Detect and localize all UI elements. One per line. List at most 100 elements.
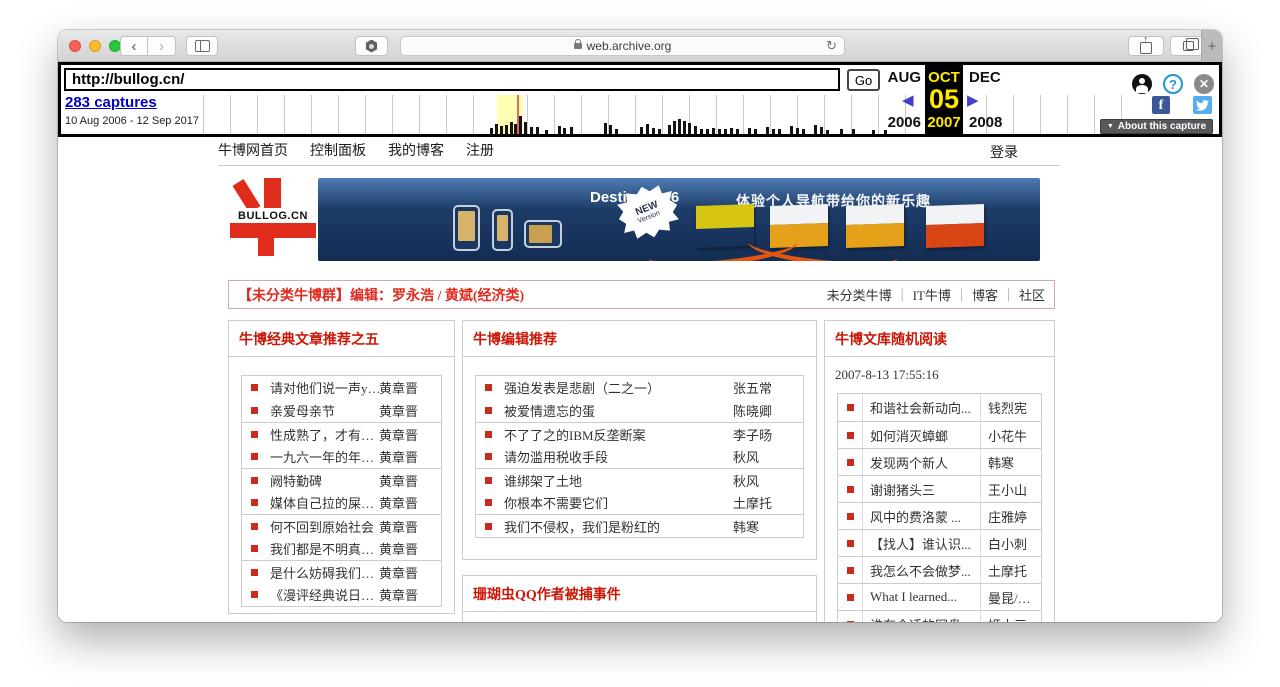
sparkline-bar (524, 122, 527, 134)
year-prev[interactable]: 2006 (859, 114, 921, 131)
article-author[interactable]: 黄章晋 (379, 517, 441, 536)
article-title[interactable]: 如何消灭蟑螂 (863, 422, 981, 448)
article-title[interactable]: 强迫发表是悲剧（二之一） (504, 378, 733, 397)
extension-button[interactable] (355, 36, 388, 56)
article-author[interactable]: 黄章晋 (379, 447, 441, 466)
article-author[interactable]: 张五常 (733, 378, 803, 397)
forward-button[interactable]: › (148, 36, 176, 56)
site-nav-item[interactable]: 注册 (466, 140, 494, 160)
sparkline-bar (700, 129, 703, 134)
bullet-icon (485, 477, 492, 484)
article-author[interactable]: 韩寒 (733, 517, 803, 536)
article-author[interactable]: 钱烈宪 (981, 394, 1041, 421)
article-title[interactable]: 性成熟了，才有… (270, 425, 379, 444)
article-author[interactable]: 韩寒 (981, 449, 1041, 475)
prev-capture-arrow[interactable]: ◀ (902, 91, 914, 109)
profile-icon[interactable] (1132, 74, 1152, 94)
content-columns: 牛博经典文章推荐之五 请对他们说一声y… 黄章晋 亲爱母亲节 黄章晋 (228, 320, 1055, 622)
article-author[interactable]: 土摩托 (981, 557, 1041, 583)
site-nav-item[interactable]: 控制面板 (310, 140, 366, 160)
article-author[interactable]: 王小山 (981, 476, 1041, 502)
help-icon[interactable]: ? (1163, 74, 1183, 94)
article-title[interactable]: 是什么妨碍我们… (270, 563, 379, 582)
address-bar[interactable]: web.archive.org ↻ (400, 36, 845, 56)
reload-icon[interactable]: ↻ (826, 38, 837, 54)
article-title[interactable]: 一九六一年的年… (270, 447, 379, 466)
wayback-url-input[interactable] (64, 68, 840, 91)
category-link[interactable]: IT牛博 (913, 285, 951, 304)
sparkline-bar (673, 121, 676, 134)
article-author[interactable]: 黄章晋 (379, 585, 441, 604)
captures-link[interactable]: 283 captures (65, 94, 157, 111)
article-title[interactable]: 被爱情遗忘的蛋 (504, 401, 733, 420)
about-this-capture-button[interactable]: ▼ About this capture (1100, 119, 1213, 134)
minimize-window-button[interactable] (89, 40, 101, 52)
article-title[interactable]: 我们都是不明真… (270, 539, 379, 558)
article-title[interactable]: 发现两个新人 (863, 449, 981, 475)
category-link[interactable]: 社区 (1019, 285, 1045, 304)
category-link[interactable]: 未分类牛博 (827, 285, 892, 304)
ad-banner[interactable]: DestinAtor 6 体验个人导航带给你的新乐趣 NEW Version (318, 178, 1040, 261)
article-title[interactable]: 阙特勤碑 (270, 471, 379, 490)
share-button[interactable]: ↑ (1128, 36, 1164, 56)
article-author[interactable]: 庄雅婷 (981, 503, 1041, 529)
article-title[interactable]: What I learned... (863, 584, 981, 610)
facebook-icon[interactable]: f (1152, 96, 1170, 114)
twitter-icon[interactable] (1193, 96, 1212, 114)
site-nav-item[interactable]: 我的博客 (388, 140, 444, 160)
article-title[interactable]: 谢谢猪头三 (863, 476, 981, 502)
article-title[interactable]: 请勿滥用税收手段 (504, 447, 733, 466)
article-author[interactable]: 姬十三 (981, 611, 1041, 622)
month-prev[interactable]: AUG (861, 69, 921, 86)
month-next[interactable]: DEC (969, 69, 1001, 86)
category-link[interactable]: 博客 (972, 285, 998, 304)
site-nav-item[interactable]: 牛博网首页 (218, 140, 288, 160)
article-author[interactable]: 黄章晋 (379, 471, 441, 490)
article-author[interactable]: 黄章晋 (379, 425, 441, 444)
login-link[interactable]: 登录 (990, 142, 1018, 162)
logo-stroke (230, 223, 316, 238)
new-tab-button[interactable]: + (1201, 30, 1222, 62)
close-toolbar-icon[interactable]: ✕ (1194, 74, 1214, 94)
editor-article-list: 强迫发表是悲剧（二之一） 张五常 被爱情遗忘的蛋 陈晓卿 (475, 375, 804, 538)
article-title[interactable]: 请对他们说一声y… (270, 378, 379, 397)
article-author[interactable]: 黄章晋 (379, 493, 441, 512)
article-author[interactable]: 土摩托 (733, 493, 803, 512)
article-title[interactable]: 媒体自己拉的屎… (270, 493, 379, 512)
article-title[interactable]: 和谐社会新动向... (863, 394, 981, 421)
article-author[interactable]: 黄章晋 (379, 539, 441, 558)
article-row: 和谐社会新动向... 钱烈宪 (838, 394, 1041, 421)
logo-stroke (258, 238, 274, 256)
article-author[interactable]: 秋风 (733, 447, 803, 466)
article-title[interactable]: 我怎么不会做梦... (863, 557, 981, 583)
sparkline-bar (490, 128, 493, 134)
article-author[interactable]: 黄章晋 (379, 401, 441, 420)
article-author[interactable]: 小花牛 (981, 422, 1041, 448)
article-author[interactable]: 黄章晋 (379, 378, 441, 397)
article-title[interactable]: 你根本不需要它们 (504, 493, 733, 512)
sidebar-button[interactable] (186, 36, 218, 56)
article-author[interactable]: 曼昆/… (981, 584, 1041, 610)
article-title[interactable]: 何不回到原始社会 (270, 517, 379, 536)
article-title[interactable]: 风中的费洛蒙 ... (863, 503, 981, 529)
article-title[interactable]: 谁有合适的网盘... (863, 611, 981, 622)
article-author[interactable]: 黄章晋 (379, 563, 441, 582)
bullog-logo[interactable]: BULLOG.CN (228, 178, 318, 261)
back-button[interactable]: ‹ (120, 36, 148, 56)
article-title[interactable]: 谁绑架了土地 (504, 471, 733, 490)
article-author[interactable]: 李子旸 (733, 425, 803, 444)
next-capture-arrow[interactable]: ▶ (967, 91, 979, 109)
article-title[interactable]: 《漫评经典说日… (270, 585, 379, 604)
sparkline-bar (545, 130, 548, 134)
article-author[interactable]: 秋风 (733, 471, 803, 490)
coral-topic-title[interactable]: 珊瑚虫QQ作者被捕事件 (463, 576, 816, 612)
year-next[interactable]: 2008 (969, 114, 1002, 131)
history-nav-group: ‹ › (120, 36, 176, 56)
article-author[interactable]: 白小刺 (981, 530, 1041, 556)
close-window-button[interactable] (69, 40, 81, 52)
article-title[interactable]: 我们不侵权，我们是粉红的 (504, 517, 733, 536)
article-title[interactable]: 亲爱母亲节 (270, 401, 379, 420)
article-title[interactable]: 不了了之的IBM反垄断案 (504, 425, 733, 444)
article-author[interactable]: 陈晓卿 (733, 401, 803, 420)
article-title[interactable]: 【找人】谁认识... (863, 530, 981, 556)
